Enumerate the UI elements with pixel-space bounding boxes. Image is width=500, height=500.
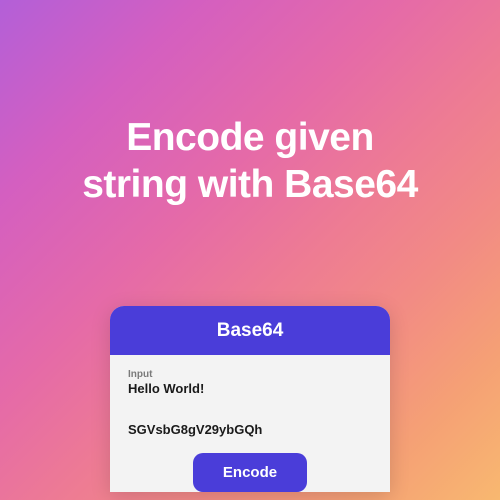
page-heading: Encode given string with Base64 <box>0 115 500 209</box>
input-label: Input <box>128 369 372 380</box>
input-field[interactable]: Hello World! <box>128 381 372 396</box>
encode-button[interactable]: Encode <box>193 453 307 492</box>
heading-line-1: Encode given <box>126 116 374 159</box>
card-body: Input Hello World! SGVsbG8gV29ybGQh Enco… <box>110 355 390 492</box>
card-title: Base64 <box>110 306 390 355</box>
base64-card: Base64 Input Hello World! SGVsbG8gV29ybG… <box>110 306 390 492</box>
output-value: SGVsbG8gV29ybGQh <box>128 422 372 437</box>
heading-line-2: string with Base64 <box>82 163 418 206</box>
